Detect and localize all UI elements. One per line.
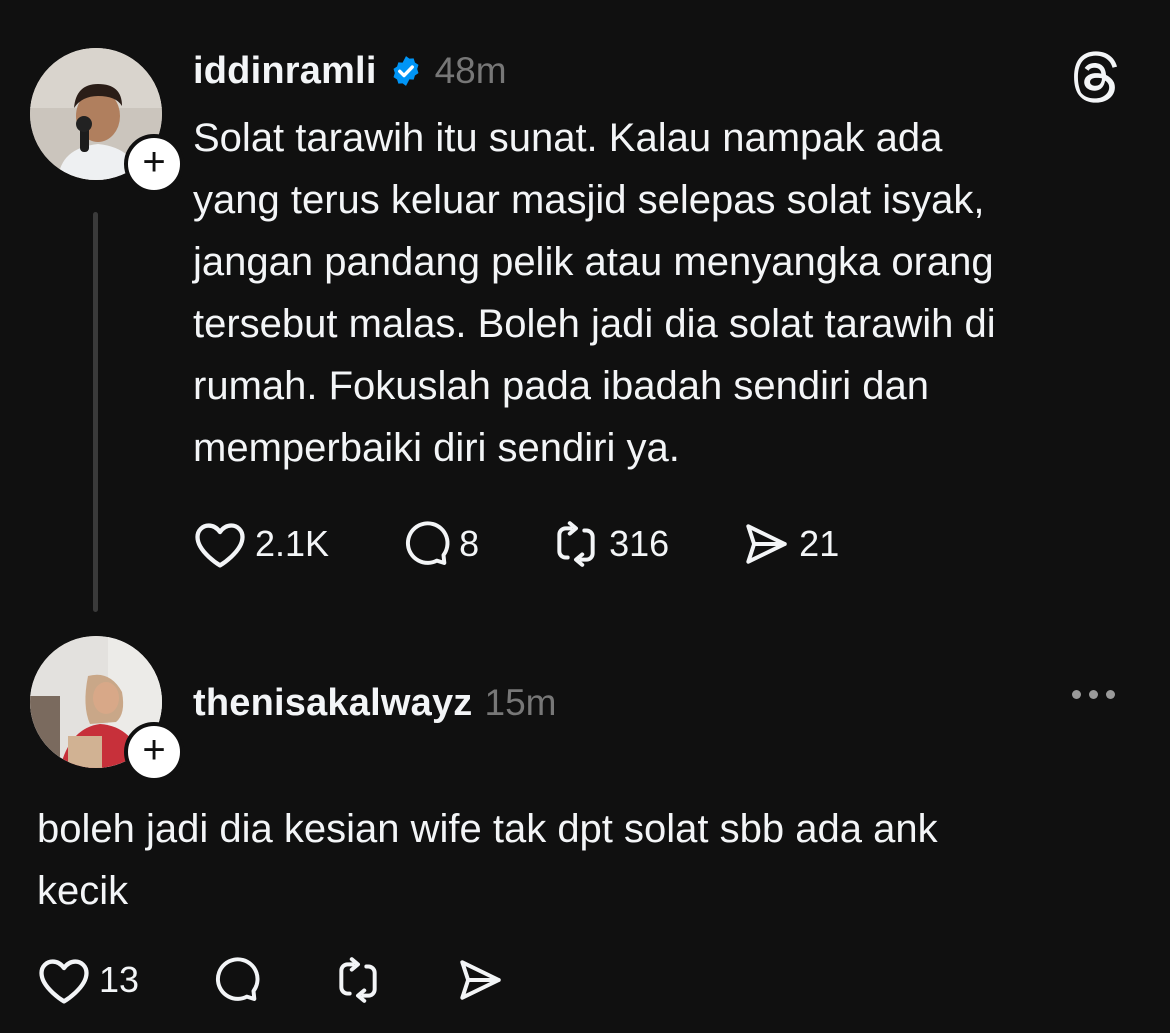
like-button[interactable]: 2.1K [193, 519, 329, 569]
reply-time: 15m [484, 682, 557, 723]
reply-like-count: 13 [99, 959, 140, 1000]
post-avatar-wrap: + [30, 48, 184, 194]
more-icon[interactable] [1072, 690, 1115, 699]
reply-follow-button[interactable]: + [124, 722, 184, 782]
heart-icon [37, 955, 91, 1005]
comment-icon [211, 955, 261, 1005]
reply-username[interactable]: thenisakalwayz [193, 682, 473, 725]
comment-count: 8 [459, 523, 480, 564]
post-time: 48m [434, 50, 507, 91]
repost-icon [551, 519, 601, 569]
post-follow-button[interactable]: + [124, 134, 184, 194]
reply-like-button[interactable]: 13 [37, 955, 139, 1005]
repost-icon [333, 955, 383, 1005]
reply-avatar-wrap: + [30, 636, 184, 782]
share-count: 21 [799, 523, 840, 564]
share-icon [741, 519, 791, 569]
reply-comment-button[interactable] [211, 955, 261, 1005]
reply-share-button[interactable] [455, 955, 505, 1005]
post-actions: 2.1K 8 316 21 [193, 519, 839, 569]
repost-button[interactable]: 316 [551, 519, 669, 569]
share-icon [455, 955, 505, 1005]
threads-logo-icon[interactable] [1068, 50, 1122, 104]
reply-repost-button[interactable] [333, 955, 383, 1005]
thread-connector-line [93, 212, 98, 612]
repost-count: 316 [609, 523, 670, 564]
post-text: Solat tarawih itu sunat. Kalau nampak ad… [193, 116, 996, 470]
comment-icon [401, 519, 451, 569]
more-dot [1089, 690, 1098, 699]
post-username[interactable]: iddinramli [193, 50, 377, 93]
more-dot [1106, 690, 1115, 699]
more-dot [1072, 690, 1081, 699]
plus-icon: + [142, 728, 166, 772]
reply-text: boleh jadi dia kesian wife tak dpt solat… [37, 807, 938, 913]
plus-icon: + [142, 140, 166, 184]
heart-icon [193, 519, 247, 569]
reply-header: thenisakalwayz 15m [193, 678, 556, 728]
share-button[interactable]: 21 [741, 519, 839, 569]
comment-button[interactable]: 8 [401, 519, 479, 569]
verified-badge-icon [389, 54, 423, 88]
like-count: 2.1K [255, 523, 330, 564]
post-header: iddinramli 48m [193, 46, 507, 96]
reply-actions: 13 [37, 955, 505, 1005]
